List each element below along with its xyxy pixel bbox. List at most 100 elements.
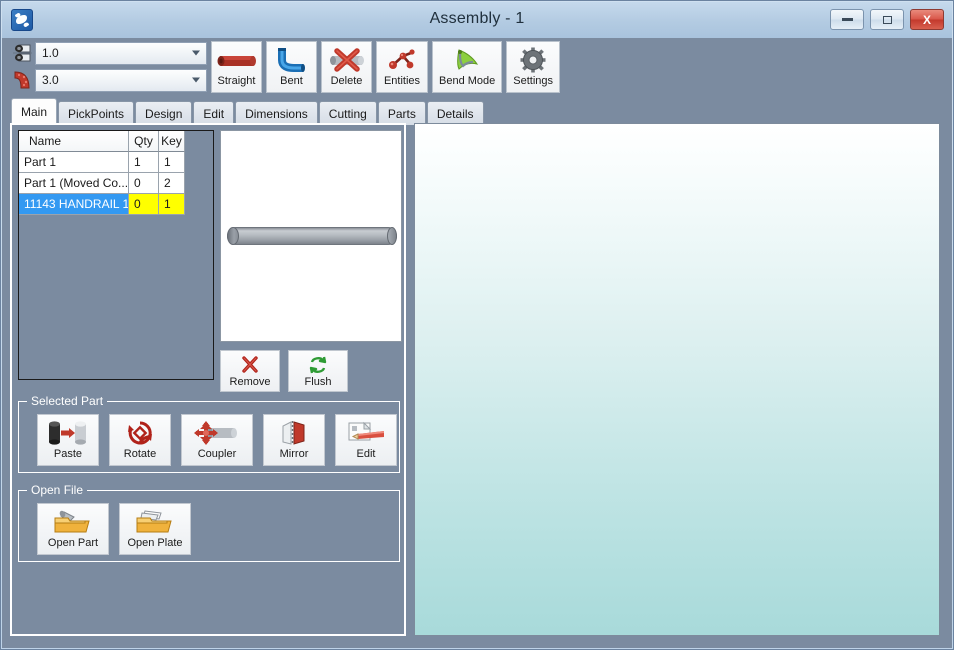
bent-pipe-icon: [272, 46, 312, 74]
cell-name: Part 1 (Moved Co...: [19, 173, 129, 194]
rotate-button[interactable]: Rotate: [109, 414, 171, 466]
bent-button[interactable]: Bent: [266, 41, 317, 93]
tab-design[interactable]: Design: [135, 101, 193, 125]
diameter-combo[interactable]: 1.0: [35, 41, 207, 65]
remove-button[interactable]: Remove: [220, 350, 280, 392]
chevron-down-icon: [192, 77, 200, 83]
left-panel: Name Qty Key Part 1 1 1 Part 1 (Moved Co…: [10, 123, 406, 636]
cell-key: 1: [159, 152, 185, 173]
delete-label: Delete: [330, 75, 363, 87]
tab-strip: Main PickPoints Design Edit Dimensions C…: [11, 98, 485, 125]
mirror-icon: [277, 419, 311, 447]
restore-icon: [882, 15, 892, 24]
bend-radius-icon: [7, 68, 35, 92]
table-row-selected[interactable]: 11143 HANDRAIL 1 0 1: [19, 194, 213, 215]
mirror-label: Mirror: [279, 448, 309, 460]
table-row[interactable]: Part 1 (Moved Co... 0 2: [19, 173, 213, 194]
entities-nodes-icon: [383, 46, 421, 74]
minimize-button[interactable]: [830, 9, 864, 30]
pipe-diameter-icon: [7, 41, 35, 65]
part-preview[interactable]: [220, 130, 402, 342]
drawing-canvas-container[interactable]: [414, 123, 940, 636]
size-combo-group: 1.0 3.0: [7, 41, 207, 92]
tab-parts-label: Parts: [387, 106, 416, 121]
tab-main[interactable]: Main: [11, 98, 58, 125]
minimize-icon: [841, 18, 853, 21]
tab-edit[interactable]: Edit: [193, 101, 235, 125]
open-part-button[interactable]: Open Part: [37, 503, 109, 555]
tab-details-label: Details: [436, 106, 474, 121]
paste-button[interactable]: Paste: [37, 414, 99, 466]
bend-mode-button[interactable]: Bend Mode: [432, 41, 503, 93]
tab-parts[interactable]: Parts: [377, 101, 426, 125]
coupler-icon: [192, 419, 242, 447]
cell-qty: 0: [129, 173, 159, 194]
main-toolbar: 1.0 3.0 Straight Bent Delete Entities Be…: [2, 38, 952, 93]
delete-pipe-icon: [326, 46, 368, 74]
table-row[interactable]: Part 1 1 1: [19, 152, 213, 173]
remove-label: Remove: [229, 375, 271, 388]
radius-combo[interactable]: 3.0: [35, 68, 207, 92]
paste-cylinder-icon: [45, 419, 91, 447]
drawing-canvas[interactable]: [415, 124, 939, 635]
parts-list-header: Name Qty Key: [19, 131, 213, 152]
settings-button[interactable]: Settings: [506, 41, 561, 93]
bend-mode-icon: [447, 46, 487, 74]
selected-part-group: Selected Part Paste Rotate Coupler Mirro…: [18, 394, 400, 473]
open-plate-label: Open Plate: [127, 537, 183, 549]
tab-pickpoints[interactable]: PickPoints: [58, 101, 135, 125]
cell-qty: 0: [129, 194, 159, 215]
diameter-value: 1.0: [42, 46, 59, 60]
gear-icon: [518, 46, 548, 74]
tab-pickpoints-label: PickPoints: [68, 106, 125, 121]
bent-label: Bent: [280, 75, 303, 87]
flush-label: Flush: [304, 375, 332, 388]
open-file-group-title: Open File: [27, 483, 88, 497]
red-x-icon: [240, 355, 260, 375]
delete-button[interactable]: Delete: [321, 41, 372, 93]
chevron-down-icon: [192, 50, 200, 56]
column-header-name: Name: [19, 131, 129, 152]
flush-button[interactable]: Flush: [288, 350, 348, 392]
title-bar[interactable]: Assembly - 1 X: [2, 2, 952, 38]
open-plate-button[interactable]: Open Plate: [119, 503, 191, 555]
green-refresh-icon: [308, 355, 328, 375]
edit-button[interactable]: Edit: [335, 414, 397, 466]
tab-edit-label: Edit: [203, 106, 225, 121]
coupler-label: Coupler: [197, 448, 237, 460]
maximize-button[interactable]: [870, 9, 904, 30]
tab-design-label: Design: [145, 106, 183, 121]
selected-part-group-title: Selected Part: [27, 394, 108, 408]
entities-button[interactable]: Entities: [376, 41, 428, 93]
cell-qty: 1: [129, 152, 159, 173]
tab-dimensions-label: Dimensions: [245, 106, 308, 121]
paste-label: Paste: [53, 448, 83, 460]
rotate-icon: [125, 419, 155, 447]
straight-pipe-preview: [227, 227, 397, 245]
edit-pencil-icon: [344, 419, 388, 447]
bend-mode-label: Bend Mode: [439, 75, 496, 87]
open-folder-part-icon: [51, 508, 95, 536]
column-header-qty: Qty: [129, 131, 159, 152]
column-header-key: Key: [159, 131, 185, 152]
straight-pipe-icon: [215, 46, 259, 74]
cell-name: Part 1: [19, 152, 129, 173]
parts-list[interactable]: Name Qty Key Part 1 1 1 Part 1 (Moved Co…: [18, 130, 214, 380]
tab-details[interactable]: Details: [426, 101, 484, 125]
window-frame: Assembly - 1 X 1.0 3.0 Straight Bent Del…: [0, 0, 954, 650]
rotate-label: Rotate: [123, 448, 157, 460]
tab-dimensions[interactable]: Dimensions: [235, 101, 318, 125]
open-part-label: Open Part: [47, 537, 99, 549]
preview-buttons: Remove Flush: [220, 350, 348, 392]
coupler-button[interactable]: Coupler: [181, 414, 253, 466]
close-button[interactable]: X: [910, 9, 944, 30]
straight-button[interactable]: Straight: [211, 41, 262, 93]
settings-label: Settings: [513, 75, 554, 87]
window-controls: X: [830, 9, 944, 30]
body-area: Main PickPoints Design Edit Dimensions C…: [2, 93, 952, 648]
tab-cutting[interactable]: Cutting: [318, 101, 377, 125]
window-title: Assembly - 1: [429, 10, 525, 27]
mirror-button[interactable]: Mirror: [263, 414, 325, 466]
tab-cutting-label: Cutting: [328, 106, 367, 121]
application-window: Assembly - 1 X 1.0 3.0 Straight Bent Del…: [0, 0, 954, 650]
